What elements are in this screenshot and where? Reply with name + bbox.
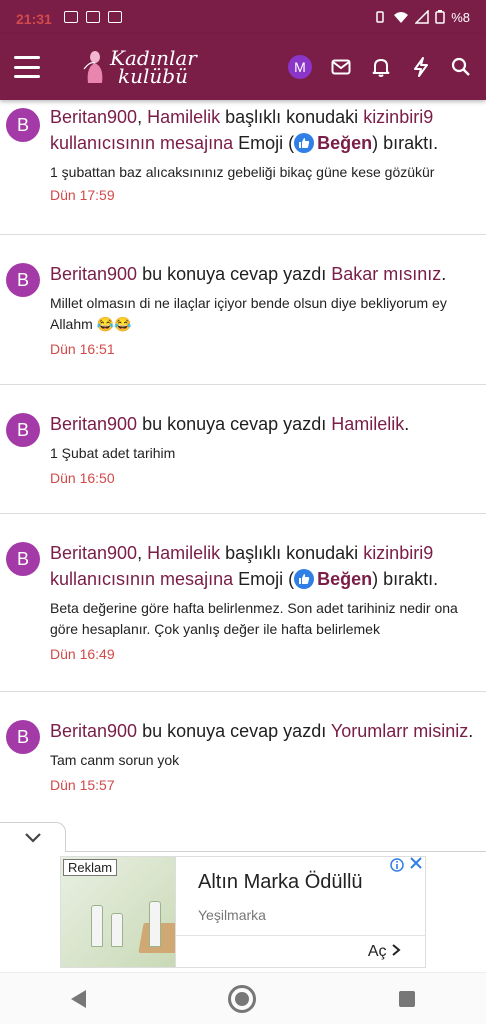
chevron-down-icon xyxy=(24,832,41,843)
ad-label: Reklam xyxy=(63,859,118,876)
user-link[interactable]: Beritan900 xyxy=(50,107,137,127)
headline-text: . xyxy=(441,264,447,284)
home-icon[interactable] xyxy=(228,984,257,1013)
gallery-notification-icon xyxy=(63,11,78,23)
site-logo[interactable]: Kadınlar kulübü xyxy=(82,48,197,88)
wifi-icon xyxy=(394,12,409,23)
bell-icon[interactable] xyxy=(370,56,392,78)
activity-headline: Beritan900 bu konuya cevap yazdı Yorumla… xyxy=(50,718,486,744)
battery-icon xyxy=(435,10,445,24)
logo-figure-icon xyxy=(83,51,103,83)
activity-headline: Beritan900, Hamilelik başlıklı konudaki … xyxy=(50,540,486,592)
reaction-label: Beğen xyxy=(317,569,373,589)
list-item[interactable]: B Beritan900 bu konuya cevap yazdı Yorum… xyxy=(0,692,486,852)
activity-headline: Beritan900 bu konuya cevap yazdı Bakar m… xyxy=(50,261,486,287)
ad-title[interactable]: Altın Marka Ödüllü xyxy=(198,871,363,894)
thread-link[interactable]: Bakar mısınız xyxy=(331,264,441,284)
headline-text: . xyxy=(468,721,474,741)
avatar[interactable]: B xyxy=(6,263,40,297)
headline-text: bu konuya cevap yazdı xyxy=(137,721,331,741)
ad-open-label: Aç xyxy=(367,943,387,960)
battery-percent: %8 xyxy=(451,9,470,25)
avatar[interactable]: B xyxy=(6,413,40,447)
menu-icon[interactable] xyxy=(14,56,40,78)
timestamp[interactable]: Dün 16:51 xyxy=(50,341,486,357)
ad-image[interactable]: Reklam xyxy=(60,856,176,968)
headline-text: . xyxy=(404,414,410,434)
status-time: 21:31 xyxy=(16,11,52,27)
recents-icon[interactable] xyxy=(398,990,415,1007)
headline-text: ) bıraktı. xyxy=(372,569,439,589)
ad-card-divider xyxy=(176,935,426,936)
search-icon[interactable] xyxy=(450,56,472,78)
headline-text: başlıklı konudaki xyxy=(220,107,364,127)
headline-text: bu konuya cevap yazdı xyxy=(137,414,332,434)
headline-text: ) bıraktı. xyxy=(372,133,439,153)
message-snippet: Tam canm sorun yok xyxy=(50,752,180,768)
product-bottle xyxy=(149,901,161,947)
timestamp[interactable]: Dün 16:50 xyxy=(50,470,486,486)
message-snippet: 1 şubattan baz alıcaksınınız gebeliği bi… xyxy=(50,164,435,180)
ad-card[interactable]: Altın Marka Ödüllü Yeşilmarka Aç xyxy=(176,856,426,968)
chevron-right-icon xyxy=(392,944,401,956)
ad-info-icon[interactable] xyxy=(390,858,404,876)
list-item[interactable]: B Beritan900, Hamilelik başlıklı konudak… xyxy=(0,514,486,692)
message-snippet: Beta değerine göre hafta belirlenmez. So… xyxy=(50,600,458,637)
status-bar: 21:31 %8 xyxy=(0,0,486,34)
reaction-badge: Beğen xyxy=(294,130,372,156)
headline-text: bu konuya cevap yazdı xyxy=(137,264,332,284)
user-link[interactable]: Beritan900 xyxy=(50,721,137,741)
product-bottle xyxy=(111,913,123,947)
timestamp[interactable]: Dün 15:57 xyxy=(50,777,486,793)
thumbs-up-icon xyxy=(294,569,315,589)
headline-text: Emoji ( xyxy=(233,133,295,153)
headline-text: başlıklı konudaki xyxy=(220,543,364,563)
avatar[interactable]: B xyxy=(6,720,40,754)
back-icon[interactable] xyxy=(71,989,87,1008)
inbox-icon[interactable] xyxy=(330,56,352,78)
vibrate-icon xyxy=(376,11,384,23)
list-item[interactable]: B Beritan900, Hamilelik başlıklı konudak… xyxy=(0,100,486,235)
user-link[interactable]: Beritan900 xyxy=(50,414,137,434)
message-snippet: 1 Şubat adet tarihim xyxy=(50,445,176,461)
bolt-icon[interactable] xyxy=(410,56,432,78)
avatar[interactable]: B xyxy=(6,542,40,576)
collapse-ad-button[interactable] xyxy=(0,822,66,852)
system-nav-bar xyxy=(0,972,486,1024)
message-snippet: Millet olmasın di ne ilaçlar içiyor bend… xyxy=(50,295,447,332)
thread-link[interactable]: Yorumlarr misiniz xyxy=(331,721,468,741)
ad-advertiser: Yeşilmarka xyxy=(198,907,266,923)
reaction-badge: Beğen xyxy=(294,566,372,592)
ad-close-icon[interactable] xyxy=(410,856,422,874)
thread-link[interactable]: Hamilelik xyxy=(147,107,220,127)
activity-headline: Beritan900 bu konuya cevap yazdı Hamilel… xyxy=(50,411,486,437)
activity-feed: B Beritan900, Hamilelik başlıklı konudak… xyxy=(0,100,486,852)
headline-text: , xyxy=(137,107,148,127)
document-notification-icon-2 xyxy=(107,11,122,23)
list-item[interactable]: B Beritan900 bu konuya cevap yazdı Hamil… xyxy=(0,385,486,514)
thread-link[interactable]: Hamilelik xyxy=(147,543,220,563)
thumbs-up-icon xyxy=(294,133,315,153)
product-bottle xyxy=(91,905,103,947)
ad-open-button[interactable]: Aç xyxy=(368,943,401,961)
headline-text: Emoji ( xyxy=(233,569,295,589)
account-avatar[interactable]: M xyxy=(288,55,312,79)
logo-line-2: kulübü xyxy=(118,64,188,88)
avatar[interactable]: B xyxy=(6,108,40,142)
app-header: Kadınlar kulübü M xyxy=(0,34,486,100)
timestamp[interactable]: Dün 16:49 xyxy=(50,646,486,662)
timestamp[interactable]: Dün 17:59 xyxy=(50,187,486,203)
headline-text: , xyxy=(137,543,148,563)
reaction-label: Beğen xyxy=(317,133,373,153)
user-link[interactable]: Beritan900 xyxy=(50,543,137,563)
user-link[interactable]: Beritan900 xyxy=(50,264,137,284)
document-notification-icon xyxy=(85,11,100,23)
thread-link[interactable]: Hamilelik xyxy=(331,414,404,434)
activity-headline: Beritan900, Hamilelik başlıklı konudaki … xyxy=(50,104,486,156)
signal-icon xyxy=(415,10,429,24)
list-item[interactable]: B Beritan900 bu konuya cevap yazdı Bakar… xyxy=(0,235,486,385)
